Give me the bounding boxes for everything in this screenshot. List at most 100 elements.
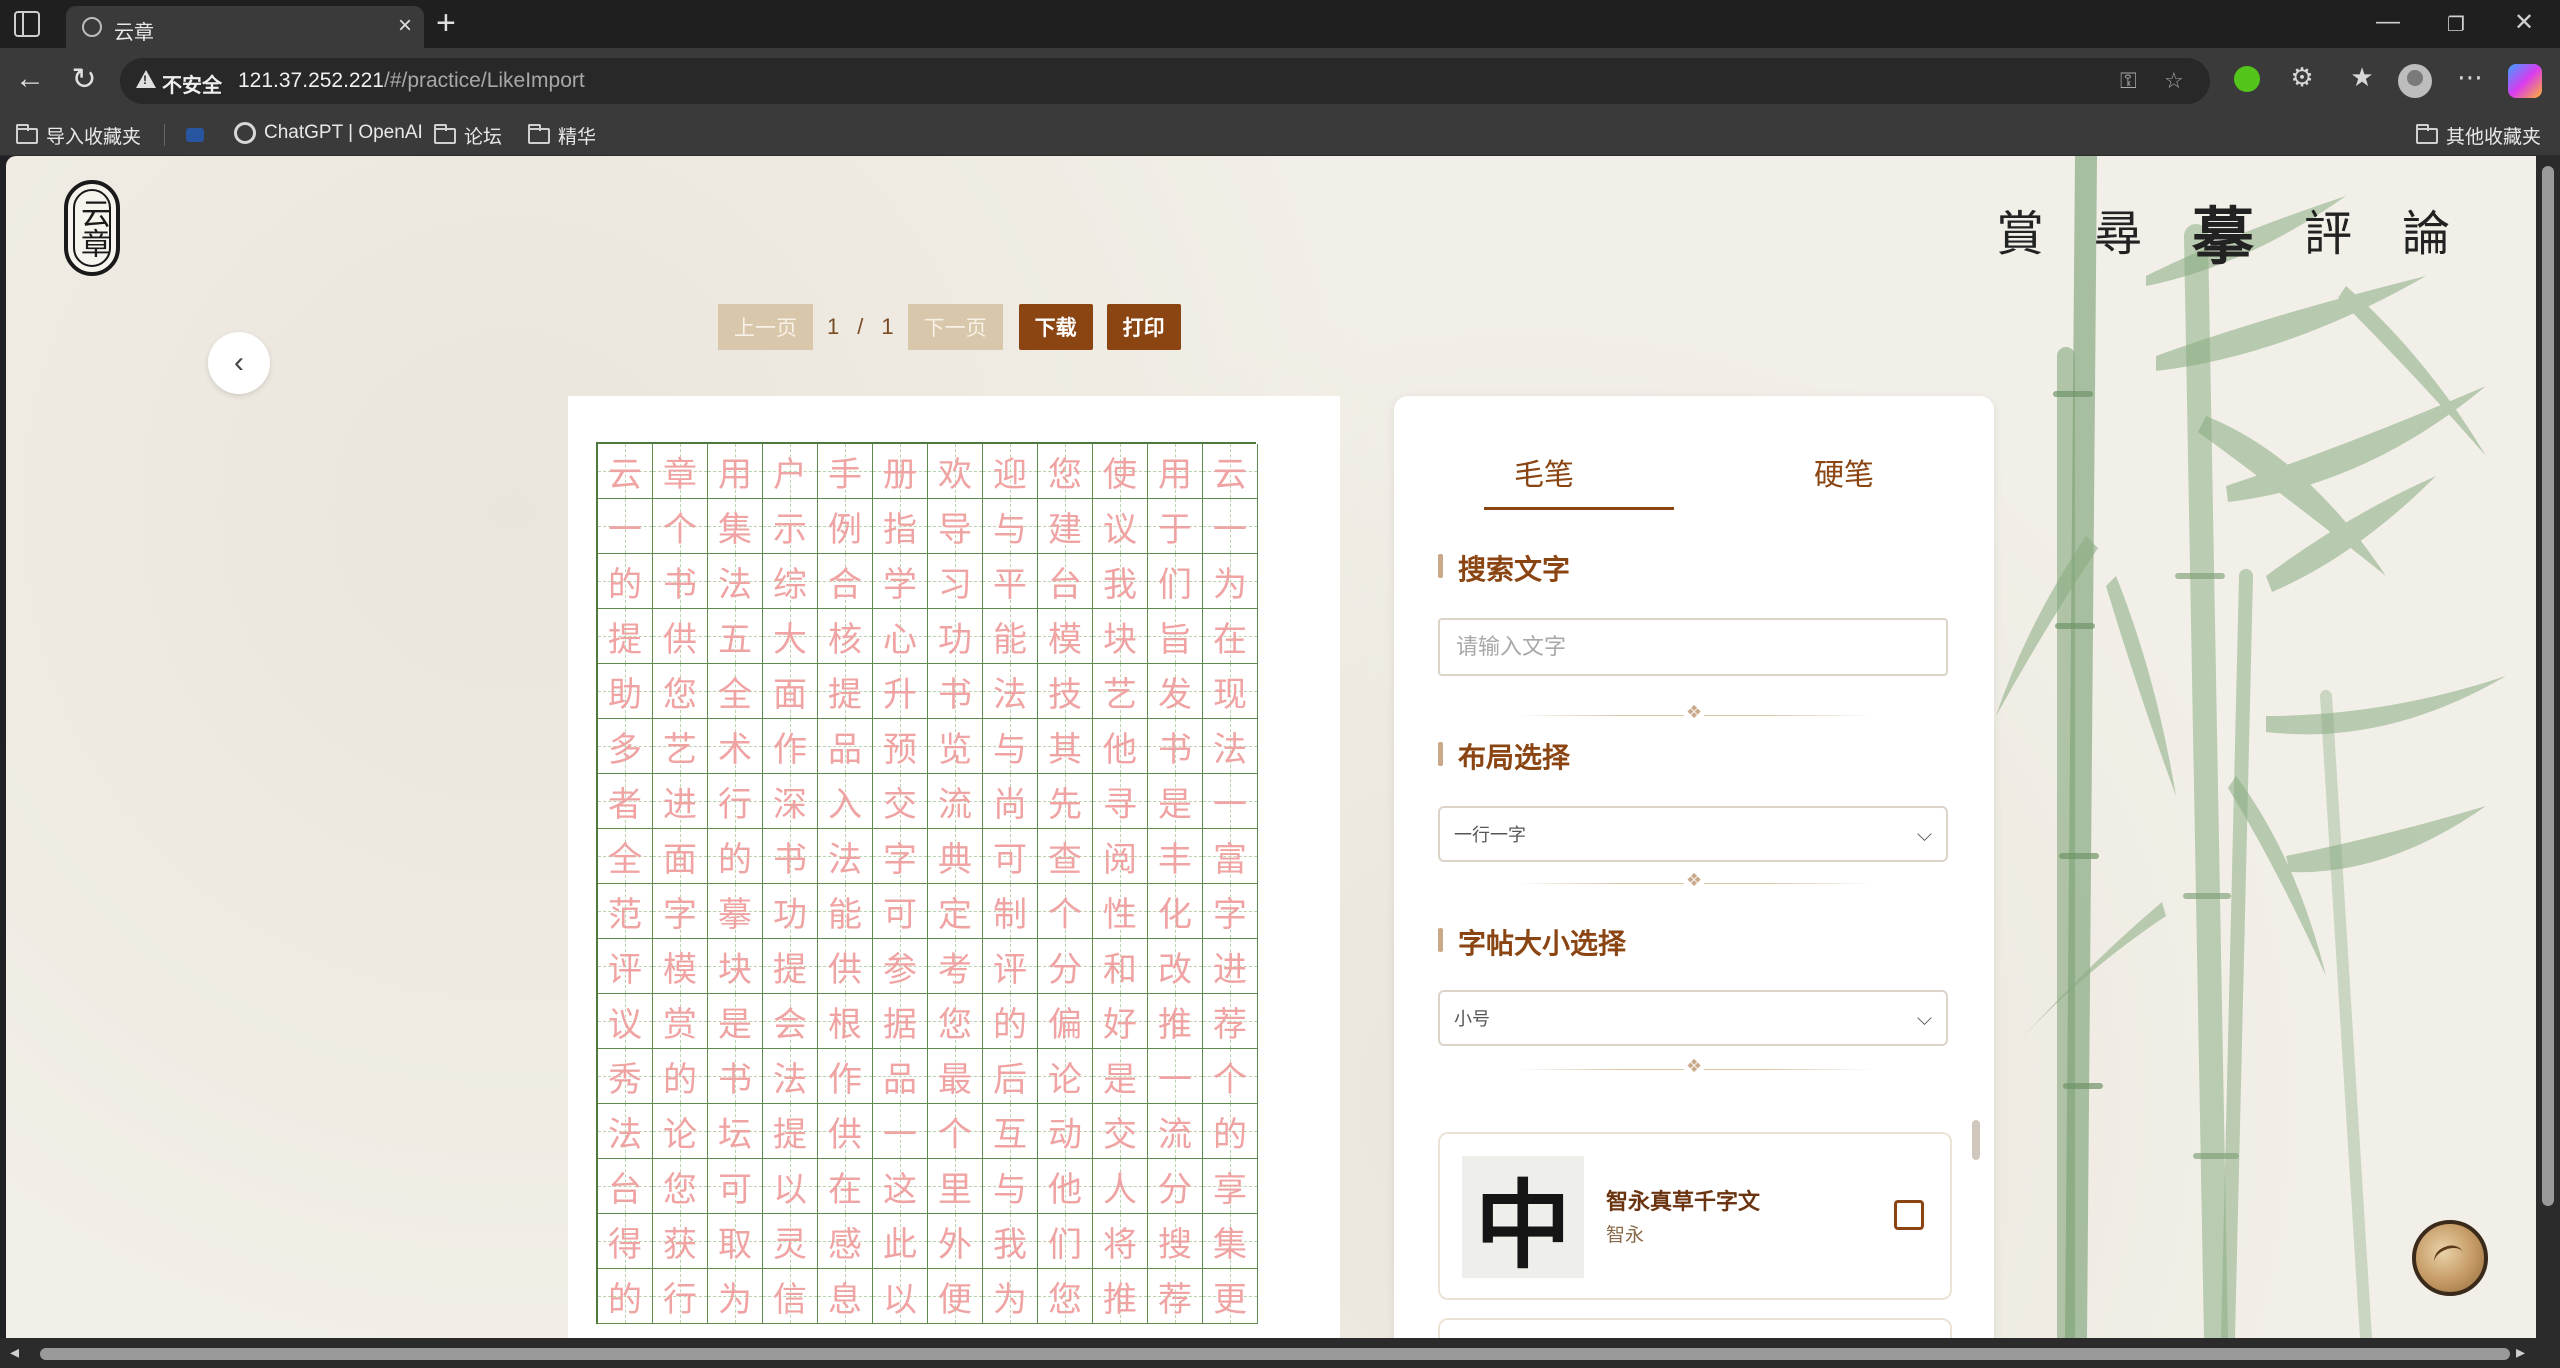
grid-cell: 字 <box>873 829 928 884</box>
grid-cell: 预 <box>873 719 928 774</box>
grid-cell: 手 <box>818 444 873 499</box>
browser-toolbar: ← ↻ 不安全 121.37.252.221/#/practice/LikeIm… <box>0 48 2560 114</box>
grid-cell: 流 <box>928 774 983 829</box>
back-nav-icon[interactable]: ← <box>10 62 50 96</box>
logo-text: 云章 <box>73 189 111 267</box>
horizontal-scrollbar[interactable]: ◂ ▸ <box>0 1338 2560 1368</box>
key-icon[interactable]: ⚿ <box>2120 68 2137 94</box>
bookmark-import[interactable]: 导入收藏夹 <box>16 122 141 149</box>
other-bookmarks[interactable]: 其他收藏夹 <box>2416 122 2541 149</box>
tracing-glyph: 功 <box>938 619 972 660</box>
current-page: 1 <box>827 314 840 339</box>
tab-hard-pen[interactable]: 硬笔 <box>1694 450 1994 510</box>
new-tab-button[interactable]: + <box>436 4 456 43</box>
grid-cell: 与 <box>983 1159 1038 1214</box>
nav-search[interactable]: 尋 <box>2094 194 2142 276</box>
tracing-glyph: 导 <box>938 509 972 550</box>
tracing-glyph: 提 <box>828 674 862 715</box>
restore-icon[interactable]: ❐ <box>2436 12 2476 37</box>
nav-evaluate[interactable]: 評 <box>2304 194 2352 276</box>
layout-select[interactable]: 一行一字 ⌵ <box>1438 806 1948 862</box>
tracing-glyph: 法 <box>828 839 862 880</box>
brush-tabs: 毛笔 硬笔 <box>1394 450 1994 510</box>
grid-cell: 法 <box>1203 719 1258 774</box>
horizontal-scroll-thumb[interactable] <box>40 1348 2510 1360</box>
tracing-glyph: 和 <box>1103 949 1137 990</box>
tracing-glyph: 丰 <box>1158 839 1192 880</box>
search-input[interactable] <box>1438 618 1948 676</box>
download-button[interactable]: 下载 <box>1018 304 1093 350</box>
scroll-right-icon[interactable]: ▸ <box>2516 1342 2525 1363</box>
music-disc-icon[interactable] <box>2412 1220 2488 1296</box>
tracing-glyph: 迎 <box>993 454 1027 495</box>
grid-cell: 示 <box>763 499 818 554</box>
site-logo[interactable]: 云章 <box>64 180 120 276</box>
tracing-glyph: 息 <box>828 1279 862 1320</box>
tracing-glyph: 搜 <box>1158 1224 1192 1265</box>
prev-page-button[interactable]: 上一页 <box>718 304 813 350</box>
bookmark-featured[interactable]: 精华 <box>528 122 596 149</box>
tab-brush[interactable]: 毛笔 <box>1394 450 1694 510</box>
scroll-left-icon[interactable]: ◂ <box>10 1342 19 1363</box>
grid-cell: 技 <box>1038 664 1093 719</box>
grid-cell: 进 <box>1203 939 1258 994</box>
tracing-glyph: 云 <box>1213 454 1247 495</box>
grid-cell: 集 <box>1203 1214 1258 1269</box>
next-page-button[interactable]: 下一页 <box>907 304 1003 350</box>
copybook-checkbox[interactable] <box>1894 1200 1924 1230</box>
tracing-glyph: 分 <box>1158 1169 1192 1210</box>
tracing-glyph: 便 <box>938 1279 972 1320</box>
copybook-card[interactable] <box>1438 1318 1952 1338</box>
grid-cell: 核 <box>818 609 873 664</box>
tracing-glyph: 的 <box>993 1004 1027 1045</box>
tracing-glyph: 字 <box>883 839 917 880</box>
address-bar[interactable]: 不安全 121.37.252.221/#/practice/LikeImport… <box>120 58 2210 104</box>
extensions-puzzle-icon[interactable]: ⚙ <box>2284 62 2320 93</box>
back-button[interactable]: ‹ <box>208 332 270 394</box>
bookmark-forum[interactable]: 论坛 <box>434 122 502 149</box>
vertical-scrollbar[interactable] <box>2536 156 2560 1338</box>
size-select[interactable]: 小号 ⌵ <box>1438 990 1948 1046</box>
grid-cell: 于 <box>1148 499 1203 554</box>
nav-copy[interactable]: 摹 <box>2192 186 2254 276</box>
nav-discuss[interactable]: 論 <box>2402 194 2450 276</box>
grid-cell: 将 <box>1093 1214 1148 1269</box>
grid-cell: 的 <box>653 1049 708 1104</box>
sidebar-toggle-icon[interactable] <box>14 11 40 37</box>
more-menu-icon[interactable]: ⋯ <box>2452 62 2488 93</box>
grid-cell: 里 <box>928 1159 983 1214</box>
tracing-glyph: 功 <box>773 894 807 935</box>
profile-avatar[interactable] <box>2398 64 2432 98</box>
grid-cell: 入 <box>818 774 873 829</box>
close-window-icon[interactable]: ✕ <box>2504 8 2544 37</box>
print-button[interactable]: 打印 <box>1106 304 1181 350</box>
nav-appreciate[interactable]: 賞 <box>1996 194 2044 276</box>
extension-icon[interactable] <box>2234 66 2260 92</box>
grid-cell: 书 <box>763 829 818 884</box>
grid-cell: 全 <box>598 829 653 884</box>
tracing-glyph: 字 <box>663 894 697 935</box>
grid-cell: 尚 <box>983 774 1038 829</box>
tracing-glyph: 心 <box>883 619 917 660</box>
browser-tab[interactable]: 云章 × <box>66 6 424 48</box>
grid-cell: 富 <box>1203 829 1258 884</box>
copybook-card[interactable]: 中 智永真草千字文 智永 <box>1438 1132 1952 1300</box>
tracing-glyph: 动 <box>1048 1114 1082 1155</box>
minimize-icon[interactable]: — <box>2368 8 2408 36</box>
vertical-scroll-thumb[interactable] <box>2542 166 2554 1206</box>
grid-cell: 享 <box>1203 1159 1258 1214</box>
tab-close-icon[interactable]: × <box>398 12 412 40</box>
bookmark-chatgpt[interactable]: ChatGPT | OpenAI <box>234 122 423 144</box>
bookmark-blue-icon[interactable] <box>186 128 204 142</box>
reload-icon[interactable]: ↻ <box>64 62 104 97</box>
favorites-icon[interactable]: ★ <box>2344 62 2380 93</box>
panel-scrollbar[interactable] <box>1972 1120 1980 1160</box>
import-icon <box>16 123 38 144</box>
grid-cell: 者 <box>598 774 653 829</box>
grid-cell: 会 <box>763 994 818 1049</box>
chevron-left-icon: ‹ <box>234 346 244 379</box>
tracing-glyph: 个 <box>1213 1059 1247 1100</box>
grid-cell: 的 <box>598 1269 653 1324</box>
favorite-star-icon[interactable]: ☆ <box>2164 68 2184 94</box>
copilot-icon[interactable] <box>2508 64 2542 98</box>
